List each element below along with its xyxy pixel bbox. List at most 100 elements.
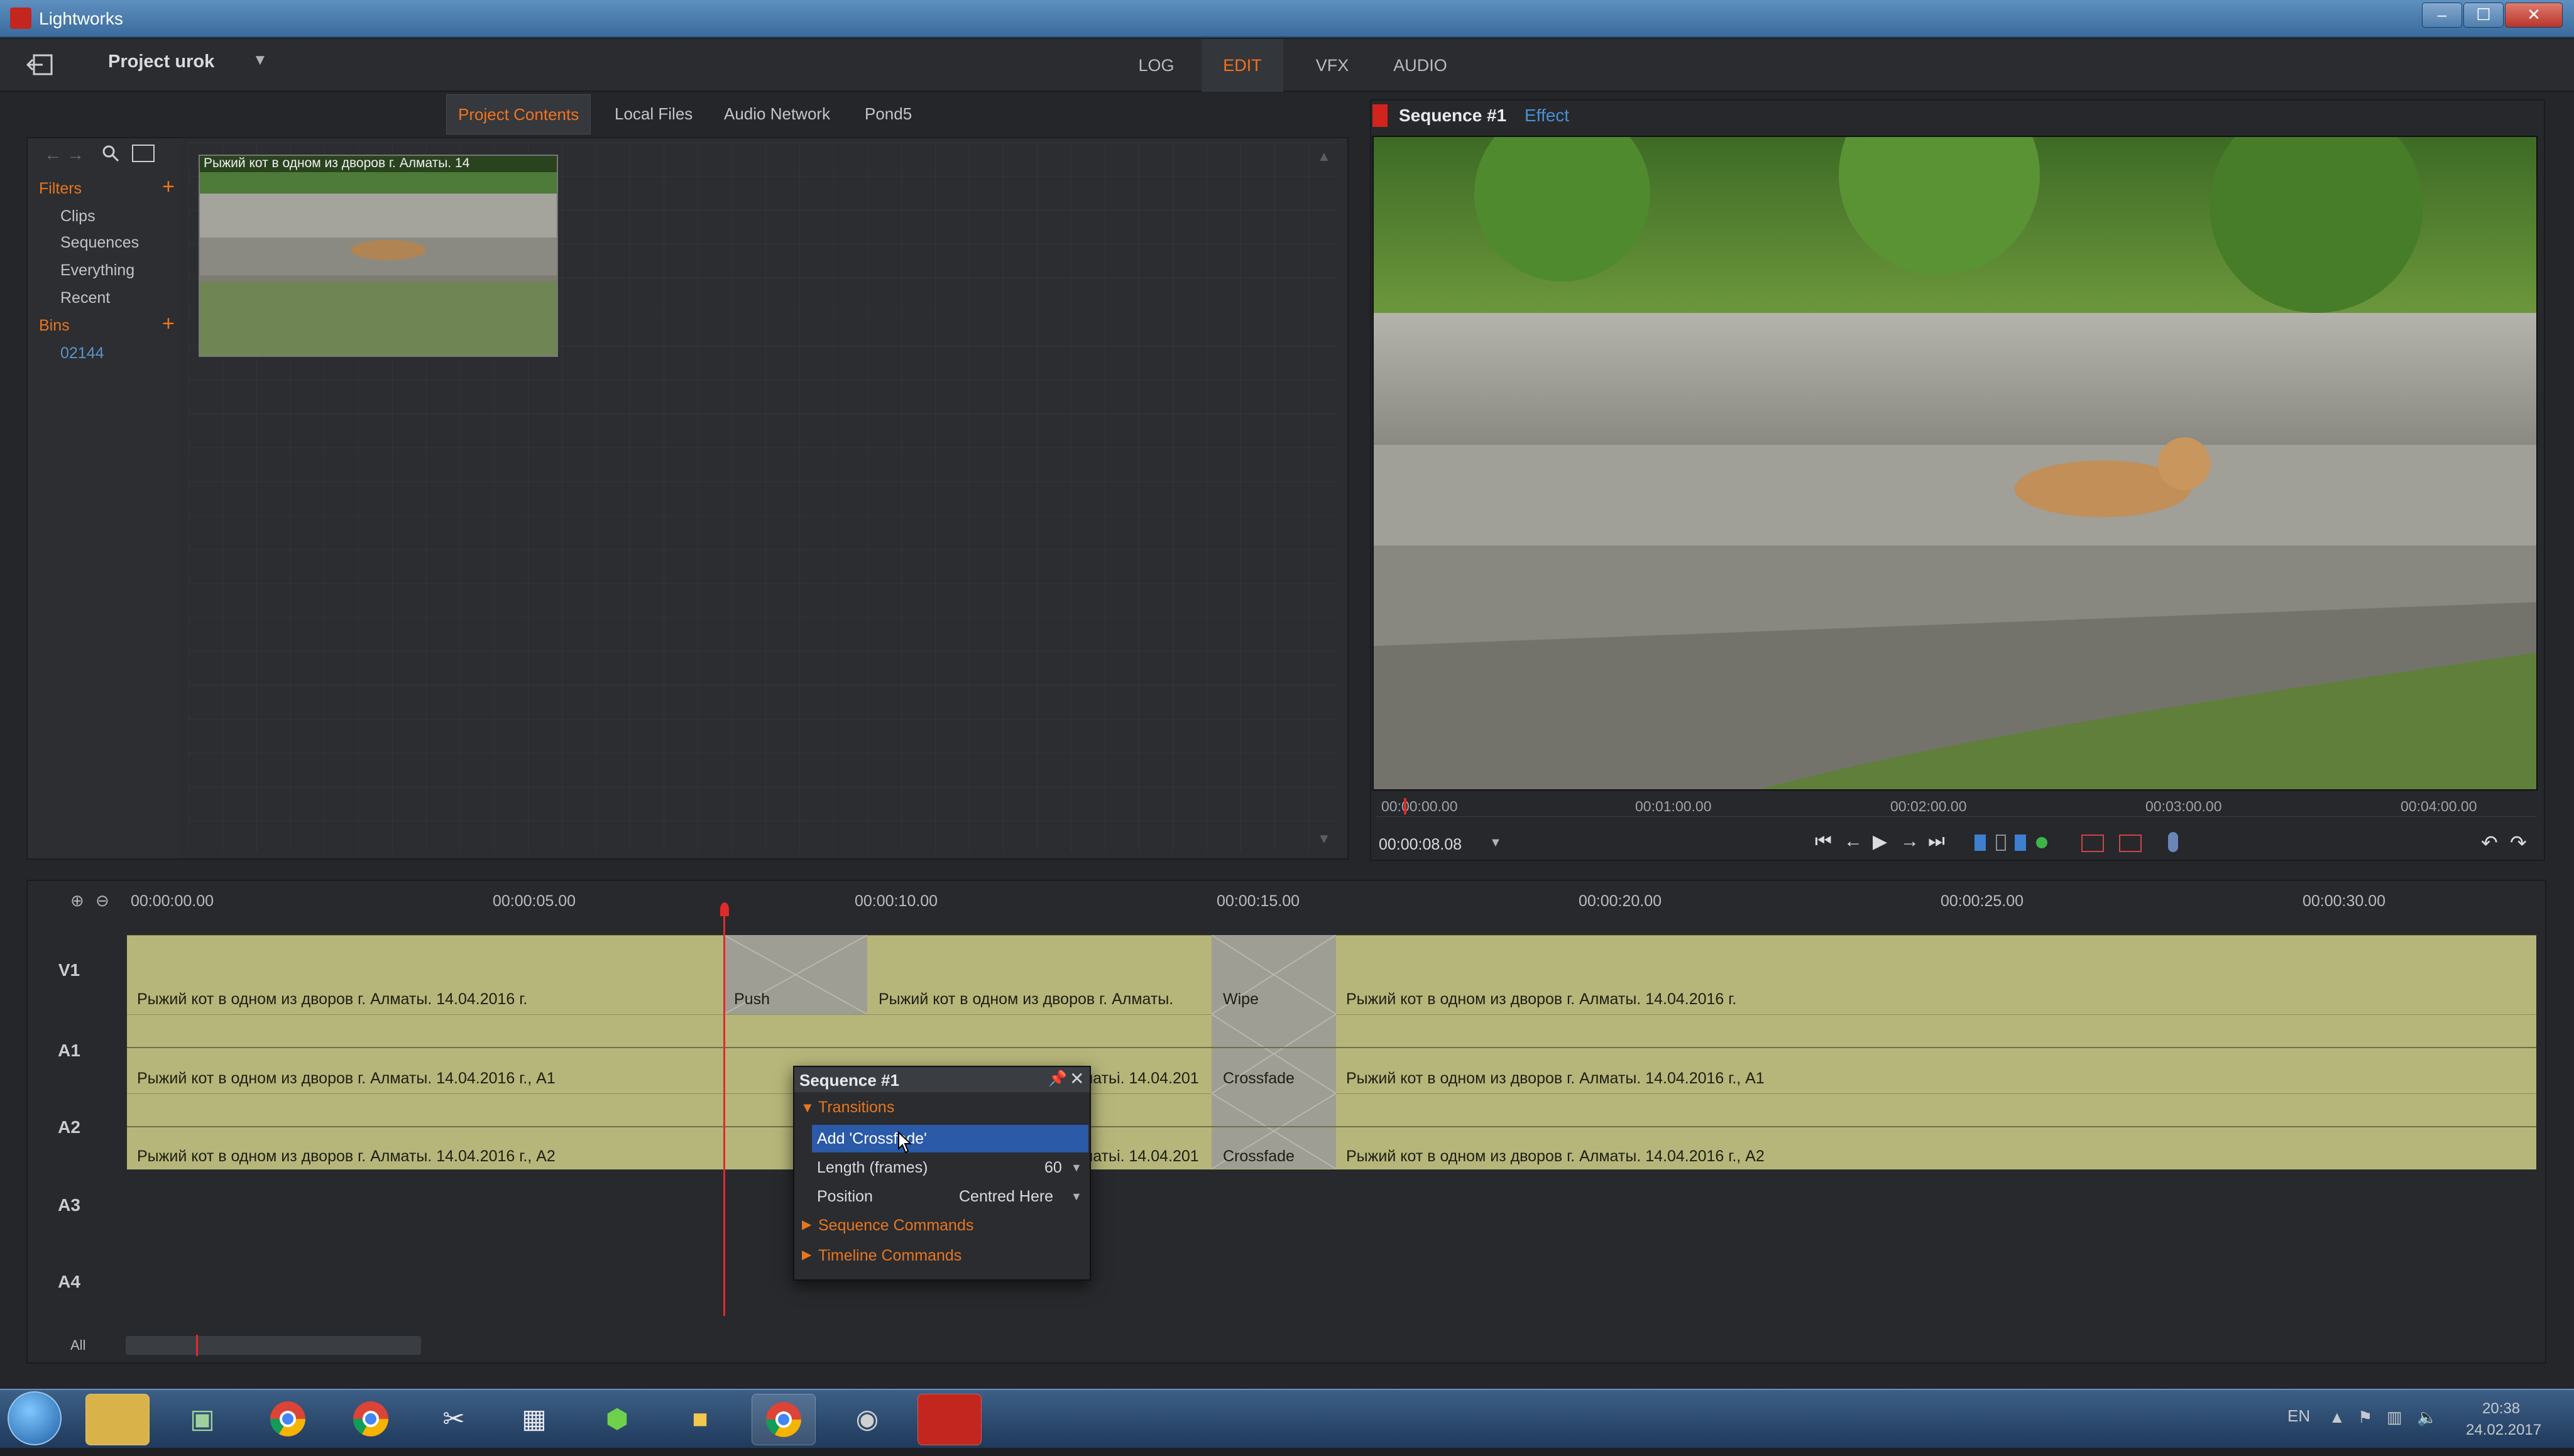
track-label-a1[interactable]: A1 <box>38 1041 101 1061</box>
window-titlebar[interactable]: Lightworks – ☐ ✕ <box>0 0 2574 38</box>
tab-local-files[interactable]: Local Files <box>603 94 704 133</box>
tab-audio[interactable]: AUDIO <box>1383 39 1458 92</box>
language-indicator[interactable]: EN <box>2287 1406 2310 1426</box>
app-taskbar-icon[interactable]: ▣ <box>171 1394 234 1444</box>
tab-project-contents[interactable]: Project Contents <box>446 94 591 134</box>
flag-icon[interactable]: ⚑ <box>2358 1408 2372 1427</box>
lightworks-taskbar-icon[interactable] <box>917 1394 982 1445</box>
filter-everything[interactable]: Everything <box>60 261 134 280</box>
track-label-a3[interactable]: A3 <box>38 1195 101 1215</box>
mark-out-icon[interactable] <box>2015 835 2026 851</box>
utility-taskbar-icon[interactable]: ⬢ <box>586 1394 649 1444</box>
go-to-start-icon[interactable]: ⏮ <box>1815 831 1832 852</box>
zoom-in-icon[interactable]: ⊕ <box>70 891 84 911</box>
back-arrow-icon[interactable]: ← <box>44 145 62 165</box>
position-value[interactable]: Centred Here <box>959 1188 1053 1206</box>
tab-vfx[interactable]: VFX <box>1306 39 1359 92</box>
transition-label: Crossfade <box>1223 1147 1295 1165</box>
window-title: Lightworks <box>39 9 123 28</box>
filter-recent[interactable]: Recent <box>60 289 110 307</box>
search-icon[interactable] <box>101 143 121 167</box>
track-label-a4[interactable]: A4 <box>38 1272 101 1292</box>
go-to-end-icon[interactable]: ⏭ <box>1928 831 1945 852</box>
add-filter-icon[interactable]: + <box>162 175 175 199</box>
tab-edit[interactable]: EDIT <box>1202 39 1283 92</box>
chrome-2-taskbar-icon[interactable] <box>339 1394 402 1444</box>
chevron-down-icon[interactable]: ▼ <box>253 52 268 69</box>
position-dropdown-icon[interactable]: ▼ <box>1071 1190 1082 1203</box>
mark-clip-icon[interactable] <box>1996 835 2006 851</box>
step-forward-icon[interactable]: → <box>1900 831 1919 852</box>
chrome-active-taskbar-icon[interactable] <box>752 1394 816 1445</box>
insert-icon[interactable] <box>2081 835 2104 852</box>
pin-icon[interactable]: 📌 <box>1048 1070 1067 1088</box>
video-preview[interactable] <box>1372 136 2538 791</box>
filter-sequences[interactable]: Sequences <box>60 234 139 252</box>
viewer-ruler-label: 00:01:00.00 <box>1635 798 1712 814</box>
menu-section-transitions[interactable]: Transitions <box>818 1098 894 1117</box>
filter-clips[interactable]: Clips <box>60 207 96 226</box>
network-icon[interactable]: ▥ <box>2387 1408 2402 1427</box>
project-contents-grid[interactable]: Рыжий кот в одном из дворов г. Алматы. 1… <box>189 142 1339 852</box>
start-button[interactable] <box>8 1391 62 1445</box>
track-label-v1[interactable]: V1 <box>38 960 101 980</box>
timecode-dropdown-icon[interactable]: ▼ <box>1489 836 1502 850</box>
viewer-playhead[interactable] <box>1404 798 1406 814</box>
chrome-taskbar-icon[interactable] <box>256 1394 319 1444</box>
menu-section-timeline-commands[interactable]: Timeline Commands <box>818 1247 961 1265</box>
tab-pond5[interactable]: Pond5 <box>853 94 923 133</box>
clock-time[interactable]: 20:38 <box>2482 1400 2520 1418</box>
viewer-timecode[interactable]: 00:00:08.08 <box>1379 836 1462 854</box>
tool-taskbar-icon[interactable]: ✂ <box>422 1394 485 1444</box>
clock-date[interactable]: 24.02.2017 <box>2466 1421 2541 1439</box>
tray-expand-icon[interactable]: ▲ <box>2329 1408 2345 1427</box>
bin-item[interactable]: 02144 <box>60 344 104 363</box>
explorer-taskbar-icon[interactable] <box>85 1394 150 1445</box>
add-bin-icon[interactable]: + <box>162 312 175 336</box>
track-label-a2[interactable]: A2 <box>38 1117 101 1137</box>
view-mode-icon[interactable] <box>132 145 155 162</box>
tab-log[interactable]: LOG <box>1131 39 1181 92</box>
minimize-button[interactable]: – <box>2422 3 2462 28</box>
maximize-button[interactable]: ☐ <box>2463 3 2504 28</box>
triangle-right-icon: ▶ <box>802 1218 812 1232</box>
scroll-up-icon[interactable]: ▲ <box>1317 148 1331 165</box>
timeline-ruler-label: 00:00:00.00 <box>131 892 214 910</box>
close-button[interactable]: ✕ <box>2505 3 2563 28</box>
all-tracks-toggle[interactable]: All <box>70 1337 85 1354</box>
timeline-playhead[interactable] <box>723 912 725 1316</box>
zoom-out-icon[interactable]: ⊖ <box>96 891 109 911</box>
effect-link[interactable]: Effect <box>1525 106 1569 126</box>
play-icon[interactable]: ▶ <box>1873 831 1887 853</box>
close-icon[interactable]: ✕ <box>1070 1068 1084 1089</box>
sequence-context-menu[interactable]: Sequence #1 📌 ✕ ▼ Transitions Add 'Cross… <box>793 1066 1091 1281</box>
step-back-icon[interactable]: ← <box>1844 831 1863 852</box>
menu-section-sequence-commands[interactable]: Sequence Commands <box>818 1217 973 1235</box>
menu-item-add-crossfade[interactable]: Add 'Crossfade' <box>812 1125 1088 1152</box>
bins-heading[interactable]: Bins <box>39 317 70 335</box>
lightworks-app-icon <box>10 8 31 29</box>
folder-taskbar-icon[interactable]: ■ <box>669 1394 731 1444</box>
calculator-taskbar-icon[interactable]: ▦ <box>503 1394 566 1444</box>
replace-icon[interactable] <box>2119 835 2142 852</box>
clip-label: Рыжий кот в одном из дворов г. Алматы. 1… <box>137 1147 556 1165</box>
forward-arrow-icon[interactable]: → <box>67 145 84 165</box>
project-name[interactable]: Project urok <box>108 52 214 72</box>
audio-meter-icon[interactable] <box>2168 832 2178 852</box>
timeline-scrollbar[interactable] <box>126 1336 421 1355</box>
volume-icon[interactable]: 🔈 <box>2417 1408 2437 1427</box>
scroll-down-icon[interactable]: ▼ <box>1317 831 1331 847</box>
obs-taskbar-icon[interactable]: ◉ <box>836 1394 899 1444</box>
length-value[interactable]: 60 <box>1044 1159 1062 1177</box>
redo-icon[interactable]: ↷ <box>2510 831 2527 855</box>
filters-heading[interactable]: Filters <box>39 180 82 198</box>
clip-thumbnail[interactable]: Рыжий кот в одном из дворов г. Алматы. 1… <box>199 155 558 357</box>
length-dropdown-icon[interactable]: ▼ <box>1071 1161 1082 1174</box>
mark-in-icon[interactable] <box>1974 835 1986 851</box>
sync-icon[interactable] <box>2036 837 2047 848</box>
tab-audio-network[interactable]: Audio Network <box>713 94 841 133</box>
undo-icon[interactable]: ↶ <box>2481 831 2498 855</box>
clip-label: Рыжий кот в одном из дворов г. Алматы. 1… <box>1346 990 1737 1008</box>
exit-project-icon[interactable] <box>25 50 57 79</box>
viewer-ruler[interactable]: 00:00:00.00 00:01:00.00 00:02:00.00 00:0… <box>1376 794 2536 817</box>
